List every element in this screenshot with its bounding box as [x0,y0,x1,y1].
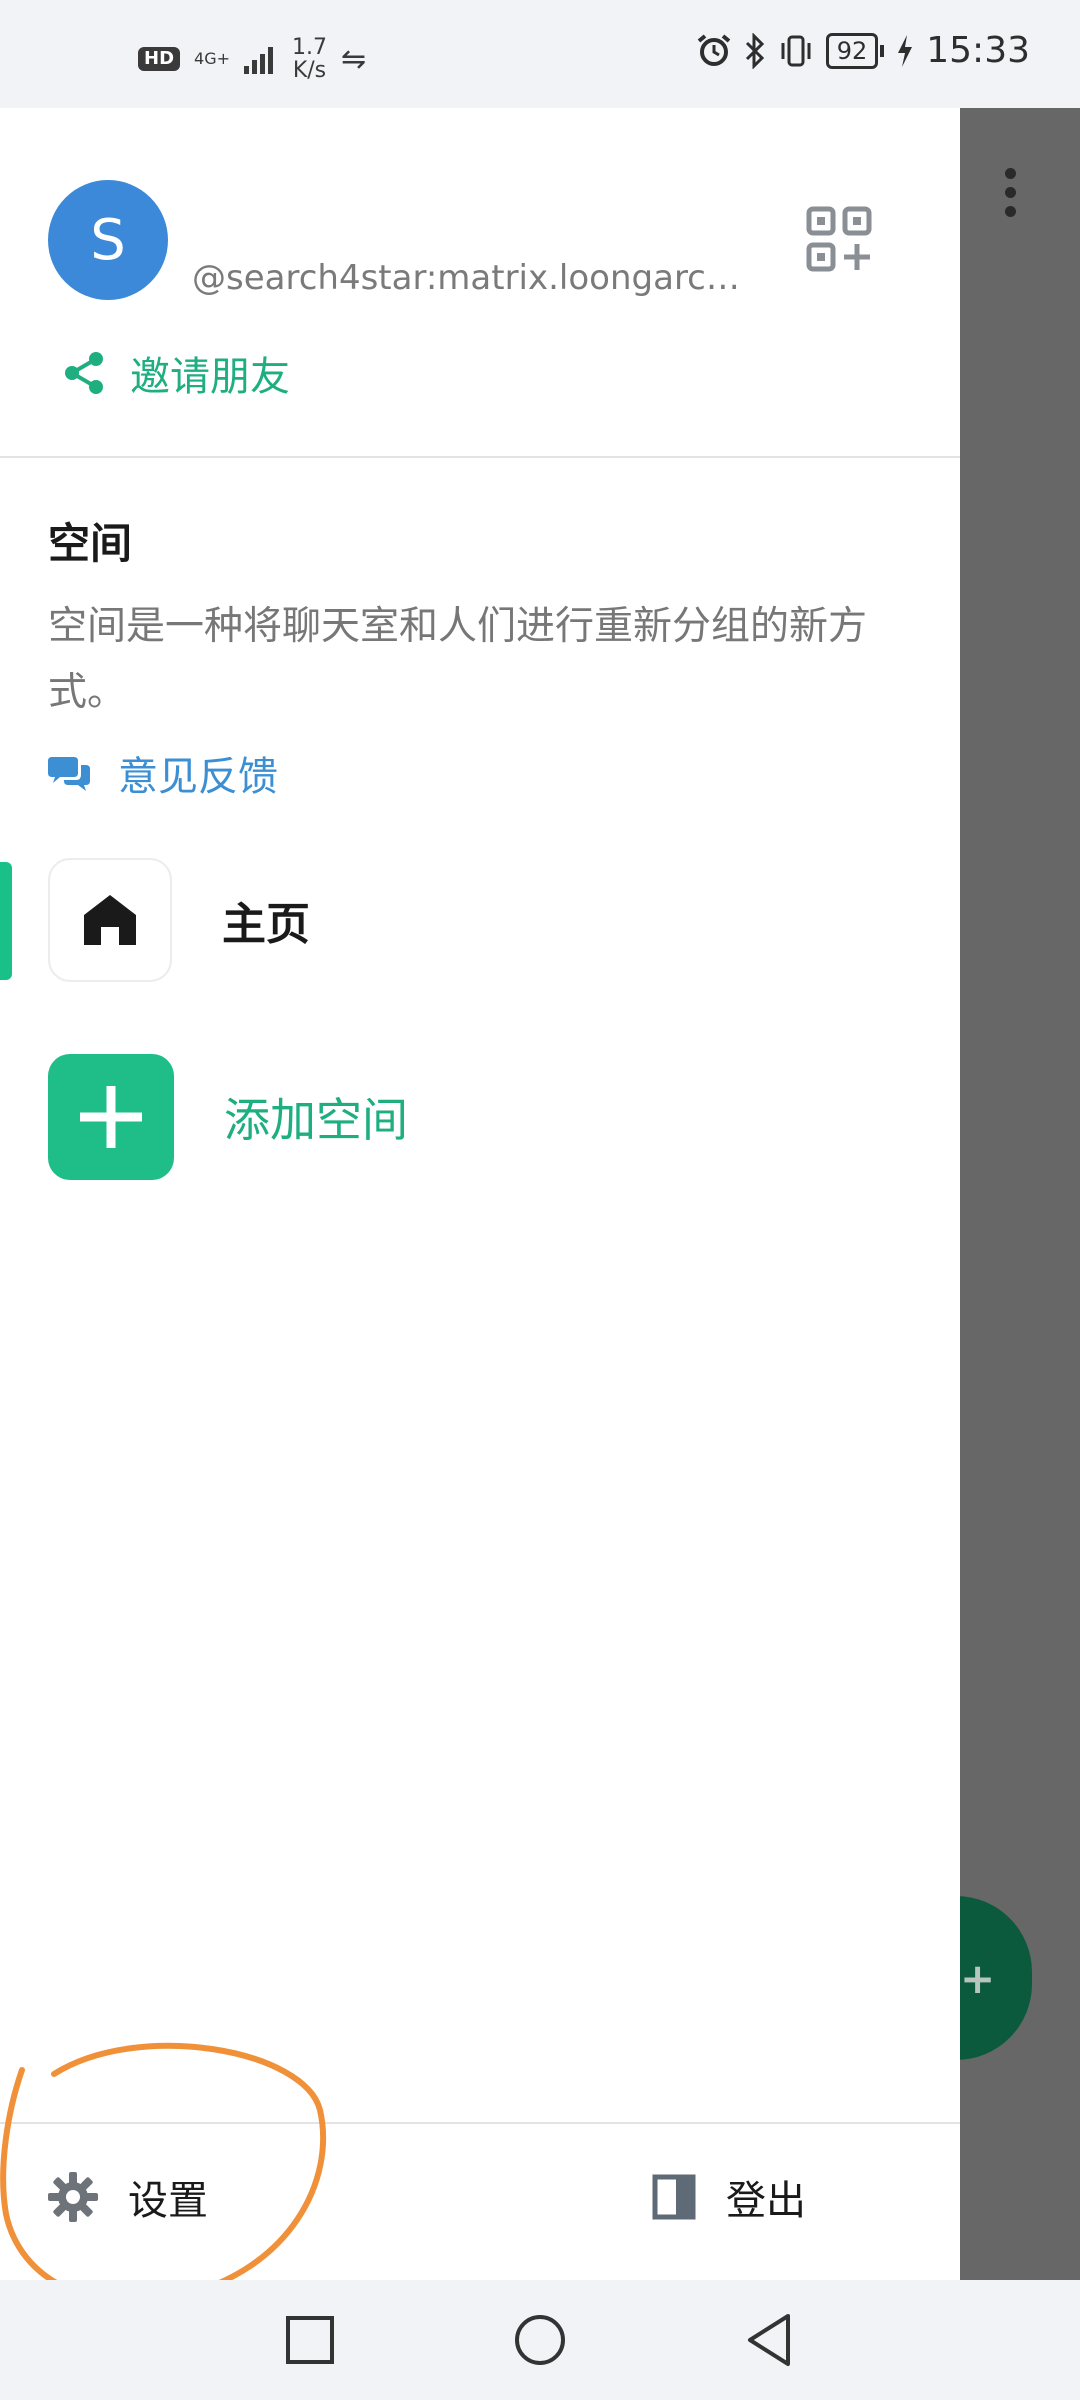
feedback-label: 意见反馈 [118,754,278,800]
alarm-icon [697,33,730,66]
system-navigation-bar [0,2280,1080,2400]
qr-code-icon[interactable] [806,206,872,272]
chat-bubbles-icon [48,757,90,791]
hd-badge: HD [138,47,181,72]
logout-label: 登出 [726,2178,806,2224]
plus-icon [80,1086,142,1148]
plus-icon: + [960,1954,996,2003]
logout-button[interactable]: 登出 [652,2168,806,2226]
divider [0,456,960,458]
add-space-label: 添加空间 [224,1093,408,1147]
status-right: 92 15:33 [696,30,1030,71]
signal-icon [244,47,273,75]
speed-value: 1.7 [292,35,327,60]
network-type: 4G+ [194,49,230,69]
recents-button[interactable] [278,2308,342,2372]
spaces-description: 空间是一种将聊天室和人们进行重新分组的新方式。 [48,604,868,715]
back-button[interactable] [738,2308,802,2372]
home-space-item[interactable]: 主页 [48,858,310,982]
bluetooth-icon [745,32,764,69]
invite-friends-label: 邀请朋友 [130,354,290,400]
spaces-title: 空间 [48,519,133,568]
data-transfer-icon: ⇋ [341,41,367,77]
active-indicator [0,862,12,980]
home-tile [48,858,172,982]
vibrate-icon [781,35,811,66]
logout-icon [652,2174,696,2220]
battery-level: 92 [825,32,879,69]
share-icon [65,352,103,394]
charging-icon [898,34,913,67]
network-speed: 1.7 K/s [292,36,327,82]
home-icon [84,895,136,945]
annotation-circle [0,2042,327,2305]
home-label: 主页 [222,899,310,950]
navigation-drawer: S @search4star:matrix.loongarch... 邀请朋友 … [0,108,960,2280]
battery-icon: 92 [825,32,885,69]
add-space-button[interactable]: 添加空间 [48,1054,408,1180]
clock: 15:33 [926,30,1030,71]
more-options-icon [1002,168,1018,224]
feedback-link[interactable]: 意见反馈 [48,744,278,802]
status-bar: HD 4G+ 1.7 K/s ⇋ 92 15:33 [0,0,1080,108]
avatar-letter: S [90,207,126,273]
home-button[interactable] [508,2308,572,2372]
speed-unit: K/s [292,58,327,84]
status-left: HD 4G+ 1.7 K/s ⇋ [138,36,366,82]
avatar[interactable]: S [48,180,168,300]
user-id[interactable]: @search4star:matrix.loongarch... [192,258,752,298]
invite-friends-button[interactable]: 邀请朋友 [62,344,290,402]
add-space-tile [48,1054,174,1180]
